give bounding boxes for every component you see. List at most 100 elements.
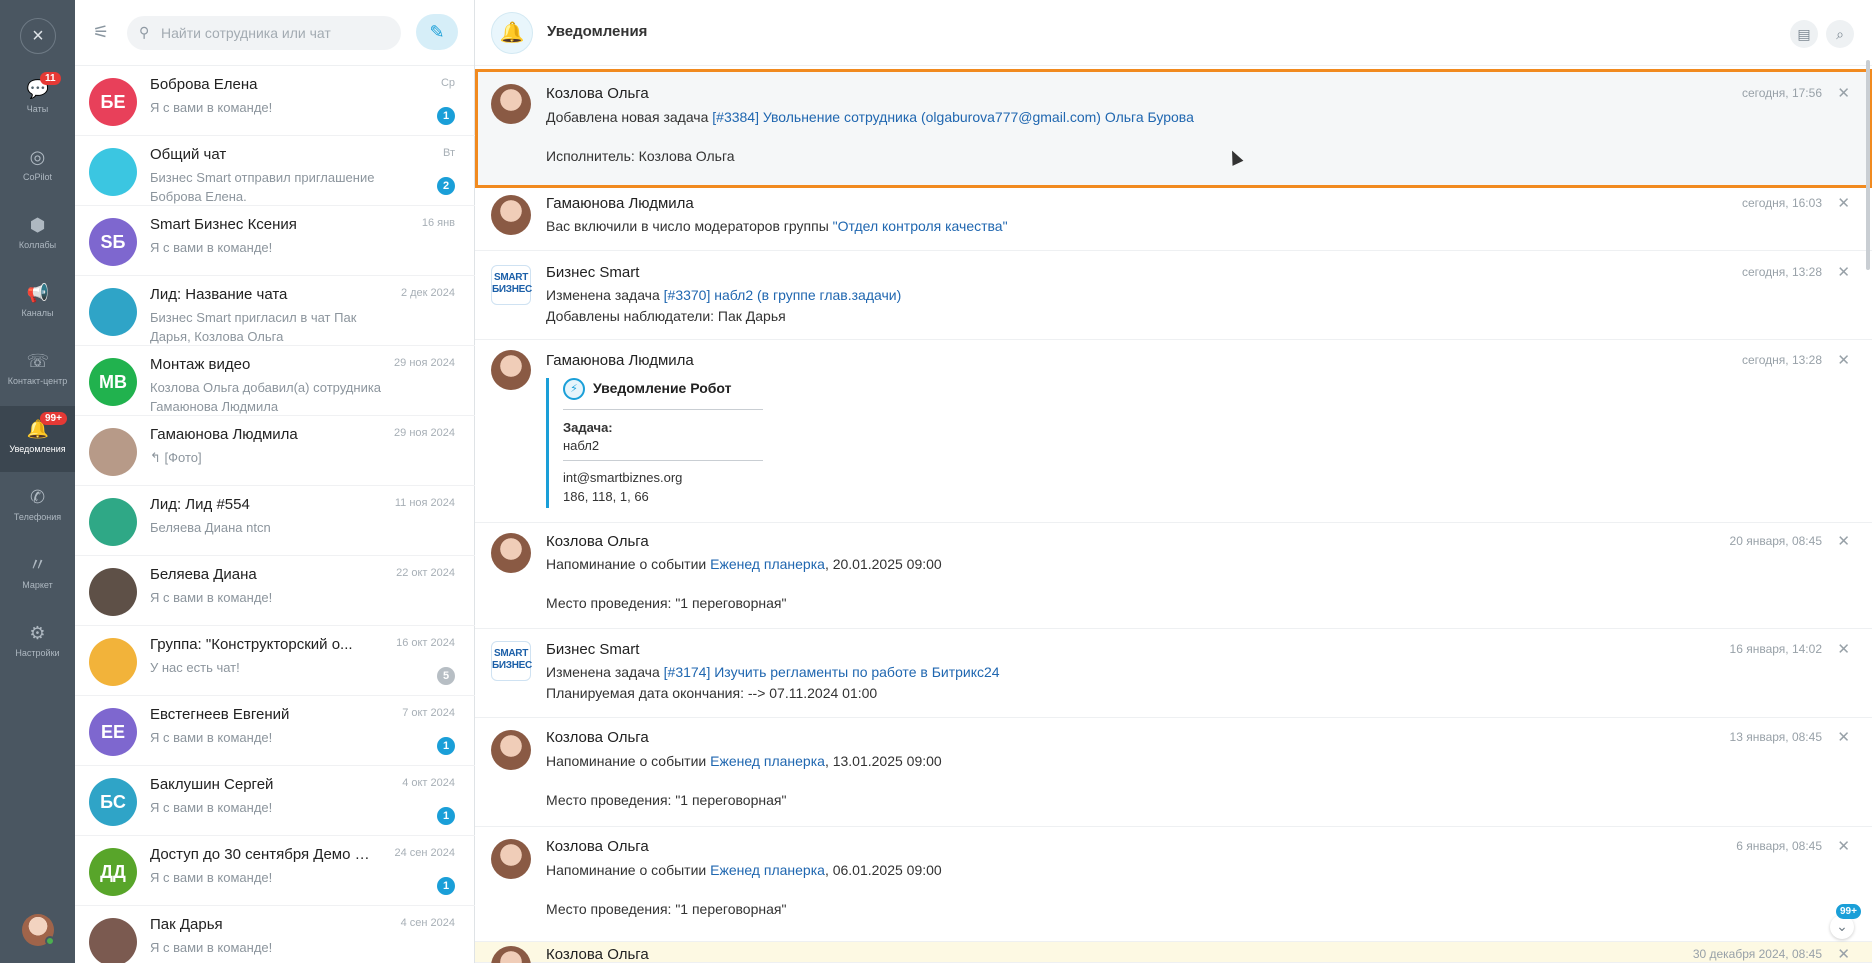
rail-item-telephony[interactable]: ✆ Телефония: [0, 474, 75, 540]
chat-list-item[interactable]: Пак Дарья Я с вами в команде! 4 сен 2024: [75, 906, 475, 963]
notification-item[interactable]: Гамаюнова Людмила сегодня, 16:03 ✕ Вас в…: [475, 188, 1872, 251]
rail-item-notifications[interactable]: 🔔 Уведомления 99+: [0, 406, 75, 472]
notification-author: Козлова Ольга: [546, 838, 649, 855]
notification-item[interactable]: Козлова Ольга 20 января, 08:45 ✕ Напомин…: [475, 523, 1872, 629]
search-input[interactable]: [161, 16, 391, 50]
chat-preview: Я с вами в команде!: [150, 730, 273, 745]
scrollbar[interactable]: [1866, 60, 1870, 270]
notification-item[interactable]: Козлова Ольга 30 декабря 2024, 08:45 ✕: [475, 942, 1872, 963]
gear-icon: ⚙: [29, 623, 46, 643]
task-link[interactable]: [#3384] Увольнение сотрудника (olgaburov…: [712, 109, 1194, 125]
notification-extra: Исполнитель: Козлова Ольга: [546, 148, 735, 164]
chat-list-item[interactable]: Беляева Диана Я с вами в команде! 22 окт 2…: [75, 556, 475, 626]
filter-icon[interactable]: ⚟: [93, 22, 115, 44]
chat-time: 29 ноя 2024: [394, 357, 455, 369]
close-icon[interactable]: ✕: [1837, 945, 1850, 963]
event-link[interactable]: Еженед планерка: [710, 862, 825, 878]
avatar: ЕЕ: [89, 708, 137, 756]
collab-icon: ⬢: [29, 215, 46, 235]
close-icon[interactable]: ✕: [1837, 640, 1850, 658]
notification-item[interactable]: Козлова Ольга 6 января, 08:45 ✕ Напомина…: [475, 827, 1872, 942]
notification-item[interactable]: SMART БИЗНЕС Бизнес Smart сегодня, 13:28…: [475, 251, 1872, 340]
avatar: [89, 288, 137, 336]
chat-list-item[interactable]: Группа: "Конструкторский о... У нас есть …: [75, 626, 475, 696]
smart-business-logo: SMART БИЗНЕС: [491, 265, 532, 305]
close-icon[interactable]: ×: [20, 18, 56, 54]
rail-item-settings[interactable]: ⚙ Настройки: [0, 610, 75, 676]
market-icon: 〃: [28, 555, 47, 575]
chat-preview: Беляева Диана ntcn: [150, 520, 271, 535]
contact-center-icon: ☏: [26, 351, 50, 371]
chat-time: 16 окт 2024: [396, 637, 455, 649]
chat-list-item[interactable]: ЕЕ Евстегнеев Евгений Я с вами в команде! 7…: [75, 696, 475, 766]
chat-preview: ↰ [Фото]: [150, 450, 202, 465]
event-link[interactable]: Еженед планерка: [710, 753, 825, 769]
notification-text: Добавлена новая задача [#3384] Увольнени…: [546, 109, 1194, 125]
close-icon[interactable]: ✕: [1837, 532, 1850, 550]
notification-search-icon[interactable]: ⌕: [1826, 20, 1854, 48]
chat-time: Ср: [440, 77, 455, 89]
notification-text: Изменена задача [#3370] набл2 (в группе …: [546, 287, 902, 303]
rail-item-chats[interactable]: 💬 Чаты 11: [0, 66, 75, 132]
task-link[interactable]: [#3370] набл2 (в группе глав.задачи): [664, 287, 902, 303]
task-link[interactable]: [#3174] Изучить регламенты по работе в Б…: [664, 664, 1000, 680]
chat-list-item[interactable]: Гамаюнова Людмила ↰ [Фото] 29 ноя 2024: [75, 416, 475, 486]
chat-name: Группа: "Конструкторский о...: [150, 636, 353, 653]
notification-item[interactable]: SMART БИЗНЕС Бизнес Smart 16 января, 14:…: [475, 629, 1872, 718]
chat-list-item[interactable]: Лид: Название чата Бизнес Smart пригласил…: [75, 276, 475, 346]
rail-item-contact-center[interactable]: ☏ Контакт-центр: [0, 338, 75, 404]
close-icon[interactable]: ✕: [1837, 837, 1850, 855]
chat-name: Smart Бизнес Ксения: [150, 216, 297, 233]
notifications-badge: 99+: [40, 412, 67, 425]
notification-author: Бизнес Smart: [546, 264, 640, 281]
unread-count-badge: 5: [437, 667, 455, 685]
unread-badge: 99+: [1836, 904, 1861, 919]
phone-icon: ✆: [29, 487, 46, 507]
search-box[interactable]: ⚲: [127, 16, 401, 50]
robot-title: Уведомление Робот: [593, 380, 732, 396]
chat-list-item[interactable]: Общий чат Бизнес Smart отправил приглашен…: [75, 136, 475, 206]
close-icon[interactable]: ✕: [1837, 263, 1850, 281]
unread-count-badge: 1: [437, 737, 455, 755]
chat-list-item[interactable]: SБ Smart Бизнес Ксения Я с вами в команде!…: [75, 206, 475, 276]
chat-settings-icon[interactable]: ▤: [1790, 20, 1818, 48]
unread-count-badge: 1: [437, 807, 455, 825]
compose-button[interactable]: ✎: [416, 14, 458, 50]
close-icon[interactable]: ✕: [1837, 84, 1850, 102]
page-title: Уведомления: [547, 23, 648, 40]
close-icon[interactable]: ✕: [1837, 194, 1850, 212]
close-icon[interactable]: ✕: [1837, 351, 1850, 369]
rail-item-copilot[interactable]: ◎ CoPilot: [0, 134, 75, 200]
chat-list-item[interactable]: МВ Монтаж видео Козлова Ольга добавил(а) с…: [75, 346, 475, 416]
chat-list-item[interactable]: БС Баклушин Сергей Я с вами в команде! 4 ок…: [75, 766, 475, 836]
notification-author: Козлова Ольга: [546, 946, 649, 963]
rail-item-channels[interactable]: 📢 Каналы: [0, 270, 75, 336]
group-link[interactable]: "Отдел контроля качества": [833, 218, 1008, 234]
notification-time: 6 января, 08:45: [1736, 839, 1822, 853]
avatar: [491, 946, 531, 963]
notifications-header: 🔔 Уведомления ▤ ⌕: [475, 0, 1872, 66]
rail-item-collabs[interactable]: ⬢ Коллабы: [0, 202, 75, 268]
divider: [563, 409, 763, 410]
user-avatar[interactable]: [22, 914, 55, 946]
smart-business-logo: SMART БИЗНЕС: [491, 641, 532, 681]
chat-list-item[interactable]: БЕ Боброва Елена Я с вами в команде! Ср 1: [75, 66, 475, 136]
notification-time: сегодня, 16:03: [1741, 196, 1822, 210]
avatar: [89, 148, 137, 196]
task-link[interactable]: набл2: [563, 438, 599, 453]
event-link[interactable]: Еженед планерка: [710, 556, 825, 572]
chat-list-item[interactable]: Лид: Лид #554 Беляева Диана ntcn 11 ноя 20…: [75, 486, 475, 556]
chat-name: Общий чат: [150, 146, 227, 163]
rail-item-market[interactable]: 〃 Маркет: [0, 542, 75, 608]
chat-name: Баклушин Сергей: [150, 776, 274, 793]
chat-list-item[interactable]: ДД Доступ до 30 сентября Демо д... Я с вам…: [75, 836, 475, 906]
avatar: [491, 350, 531, 390]
notification-item[interactable]: Козлова Ольга сегодня, 17:56 ✕ Добавлена…: [475, 69, 1872, 188]
chat-name: Лид: Название чата: [150, 286, 288, 303]
chat-name: Беляева Диана: [150, 566, 257, 583]
notification-item[interactable]: Козлова Ольга 13 января, 08:45 ✕ Напомин…: [475, 718, 1872, 827]
chat-name: Боброва Елена: [150, 76, 258, 93]
robot-icon: ⚡: [563, 378, 585, 400]
chat-preview: Я с вами в команде!: [150, 240, 273, 255]
close-icon[interactable]: ✕: [1837, 728, 1850, 746]
